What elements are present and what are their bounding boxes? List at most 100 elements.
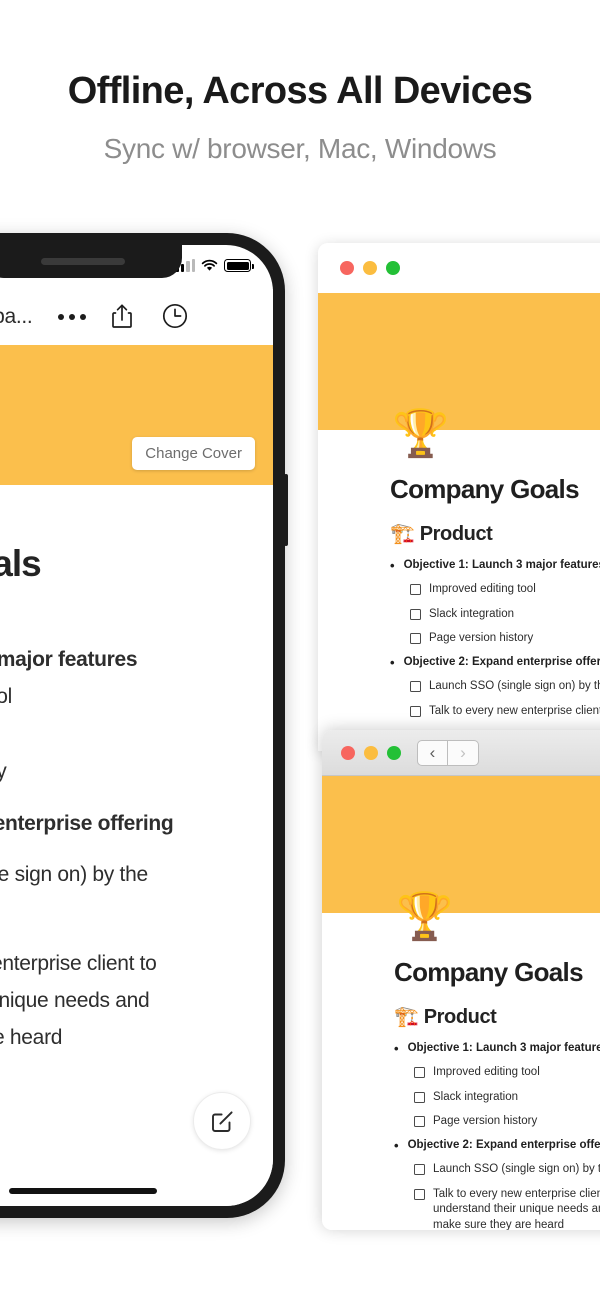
checklist-item[interactable]: Launch SSO (single sign on) by the end o… [414, 1162, 600, 1178]
more-options-button[interactable] [58, 314, 87, 320]
content-list: • Objective 1: Launch 3 major features I… [390, 558, 600, 720]
checklist-label: Launch SSO (single sign on) by the end o… [433, 1163, 600, 1176]
checklist-label: Slack integration [433, 1090, 519, 1103]
checklist-label: Talk to every new enterprise client to u… [429, 704, 600, 717]
page-subheadline: Sync w/ browser, Mac, Windows [103, 133, 497, 164]
share-icon[interactable] [111, 303, 137, 331]
list-item[interactable]: Expand enterprise offering [0, 805, 251, 842]
window-title-bar: ‹ › [322, 730, 600, 776]
list-item[interactable]: gration [0, 716, 251, 753]
phone-screen: 🏆 Compa... [0, 245, 273, 1206]
checklist-item[interactable]: Page version history [414, 1114, 600, 1130]
checkbox-icon[interactable] [414, 1067, 425, 1079]
checkbox-icon[interactable] [414, 1116, 425, 1128]
list-item[interactable]: aunch 3 major features [0, 641, 251, 678]
forward-button[interactable]: › [448, 739, 479, 766]
bullet-icon: • [390, 558, 395, 573]
close-button[interactable] [341, 745, 355, 760]
list-item[interactable]: e they are heard [0, 1019, 251, 1056]
objective-item[interactable]: • Objective 2: Expand enterprise offerin… [394, 1137, 600, 1153]
checklist-item[interactable]: Talk to every new enterprise client to u… [410, 704, 600, 720]
page-title: Company Goals [390, 474, 580, 504]
checklist-item[interactable]: Improved editing tool [414, 1065, 600, 1081]
battery-icon [224, 259, 254, 272]
desktop-window-back[interactable]: 🏆 Company Goals 🏗️ Product • Objective 1… [318, 243, 600, 751]
checkbox-icon[interactable] [414, 1164, 425, 1176]
phone-notch [0, 245, 182, 278]
checklist-label: Slack integration [429, 607, 515, 620]
traffic-lights [341, 745, 401, 760]
list-item[interactable]: ion history [0, 753, 251, 790]
checkbox-icon[interactable] [410, 705, 421, 717]
minimize-button[interactable] [363, 261, 377, 275]
checklist-item[interactable]: Improved editing tool [410, 582, 600, 598]
home-indicator [8, 1188, 157, 1194]
checklist-item[interactable]: Slack integration [414, 1090, 600, 1106]
checkbox-icon[interactable] [410, 633, 421, 645]
section-heading-label: Product [423, 1006, 497, 1028]
phone-speaker [40, 258, 125, 265]
bullet-icon: • [394, 1041, 399, 1056]
checkbox-icon[interactable] [410, 584, 421, 596]
construction-crane-icon: 🏗️ [390, 523, 415, 545]
checklist-item[interactable]: Slack integration [410, 607, 600, 623]
navigation-buttons: ‹ › [417, 739, 479, 766]
checklist-item[interactable]: Talk to every new enterprise client to u… [414, 1187, 600, 1230]
checkbox-icon[interactable] [414, 1091, 425, 1103]
checklist-label: Improved editing tool [429, 583, 536, 596]
objective-label: Objective 1: Launch 3 major features [403, 559, 600, 571]
window-title-bar [318, 243, 600, 293]
window-document-body: Company Goals 🏗️ Product • Objective 1: … [322, 913, 600, 1230]
list-item[interactable]: SO (single sign on) by the [0, 856, 251, 893]
phone-side-button[interactable] [284, 474, 288, 546]
checkbox-icon[interactable] [410, 681, 421, 693]
close-button[interactable] [340, 261, 354, 275]
phone-mockup: 🏆 Compa... [0, 233, 288, 1218]
compose-edit-icon[interactable] [193, 1092, 251, 1150]
content-list: • Objective 1: Launch 3 major features I… [394, 1041, 600, 1230]
section-heading: 🏗️ Product [394, 1004, 600, 1029]
objective-label: Objective 2: Expand enterprise offering [403, 655, 600, 668]
change-cover-button[interactable]: Change Cover [132, 437, 255, 470]
objective-label: Objective 1: Launch 3 major features [407, 1042, 600, 1054]
wifi-icon [201, 259, 218, 272]
phone-toolbar: 🏆 Compa... [0, 289, 273, 345]
traffic-lights [340, 261, 400, 275]
checklist-label: Page version history [433, 1115, 538, 1128]
page-headline: Offline, Across All Devices [67, 70, 533, 112]
page-title: Company Goals [394, 957, 584, 987]
list-item[interactable]: ery new enterprise client to [0, 945, 251, 982]
clock-history-icon[interactable] [162, 303, 188, 331]
phone-page-title: y Goals [0, 543, 42, 584]
checkbox-icon[interactable] [414, 1188, 425, 1200]
section-heading: 🏗️ Product [390, 521, 600, 546]
objective-label: Objective 2: Expand enterprise offering [407, 1138, 600, 1151]
zoom-button[interactable] [386, 261, 400, 275]
objective-item[interactable]: • Objective 1: Launch 3 major features [390, 558, 600, 573]
construction-crane-icon: 🏗️ [394, 1006, 419, 1028]
checklist-label: Launch SSO (single sign on) by the end o… [429, 680, 600, 693]
section-heading-label: Product [419, 523, 493, 545]
zoom-button[interactable] [387, 745, 401, 760]
phone-doc-title: Compa... [0, 305, 33, 328]
minimize-button[interactable] [364, 745, 378, 760]
objective-item[interactable]: • Objective 1: Launch 3 major features [394, 1041, 600, 1056]
window-cover-image: 🏆 [322, 776, 600, 939]
checklist-label: Talk to every new enterprise client to u… [433, 1187, 600, 1230]
list-item[interactable]: nd their unique needs and [0, 982, 251, 1019]
checklist-label: Page version history [429, 632, 534, 645]
checklist-item[interactable]: Launch SSO (single sign on) by the end o… [410, 679, 600, 695]
window-cover-image: 🏆 [318, 293, 600, 456]
checkbox-icon[interactable] [410, 608, 421, 620]
chevron-left-icon: ‹ [429, 743, 436, 762]
desktop-window-front[interactable]: ‹ › 🏆 Company Goals 🏗️ Product • Objecti… [322, 730, 600, 1230]
bullet-icon: • [390, 654, 395, 670]
checklist-label: Improved editing tool [433, 1066, 540, 1079]
list-item[interactable]: e year [0, 893, 251, 930]
bullet-icon: • [394, 1137, 399, 1153]
back-button[interactable]: ‹ [417, 739, 448, 766]
promo-screenshot: Offline, Across All Devices Sync w/ brow… [0, 0, 600, 1299]
list-item[interactable]: editing tool [0, 678, 251, 715]
checklist-item[interactable]: Page version history [410, 631, 600, 647]
objective-item[interactable]: • Objective 2: Expand enterprise offerin… [390, 654, 600, 670]
